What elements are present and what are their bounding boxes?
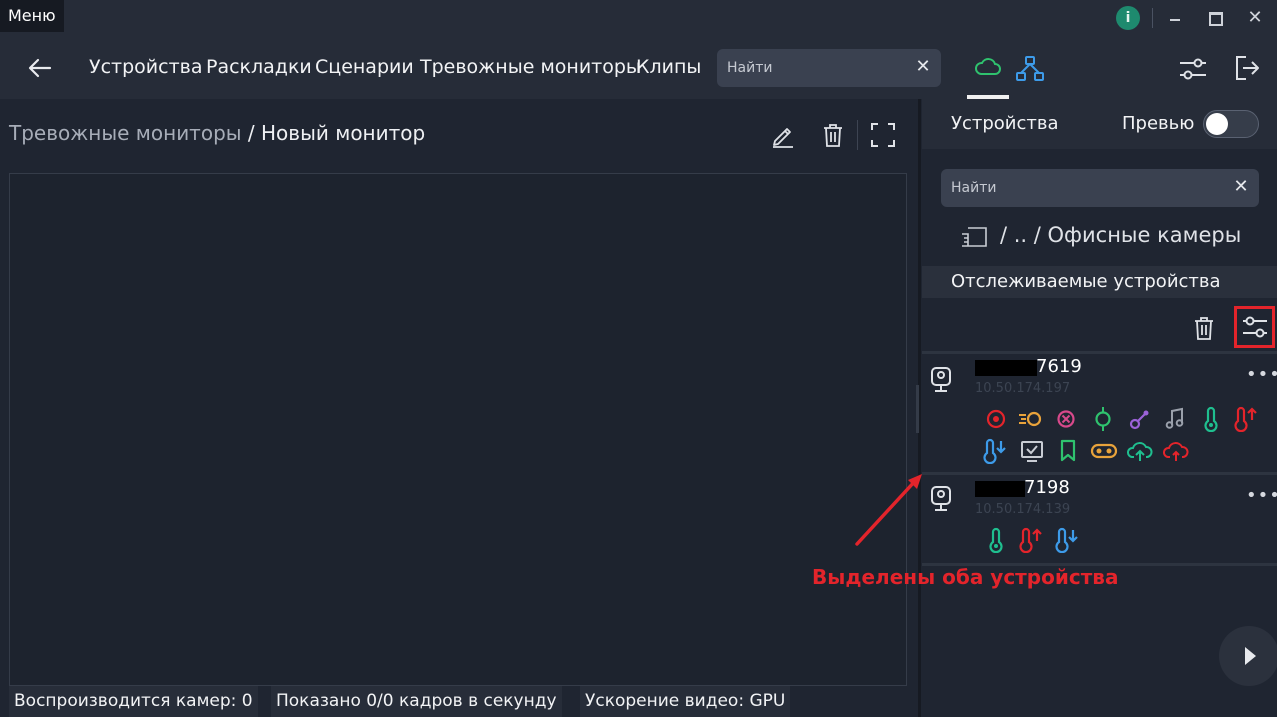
breadcrumb-parent[interactable]: Тревожные мониторы bbox=[9, 121, 242, 145]
devices-panel-header: Устройства Превью bbox=[922, 99, 1277, 149]
bookmark-icon[interactable] bbox=[1054, 438, 1082, 464]
nav-item-scenarios[interactable]: Сценарии bbox=[315, 56, 414, 78]
camera-icon bbox=[931, 486, 951, 511]
devices-panel-title: Устройства bbox=[951, 113, 1059, 134]
devices-search-clear-icon[interactable]: ✕ bbox=[1231, 177, 1251, 197]
temperature-up-icon[interactable] bbox=[1016, 527, 1044, 553]
screen-check-icon[interactable] bbox=[1018, 438, 1046, 464]
fullscreen-icon[interactable] bbox=[870, 122, 896, 148]
device-settings-icon bbox=[1243, 316, 1267, 338]
devices-search-input[interactable] bbox=[951, 169, 1131, 207]
expand-panel-button[interactable] bbox=[1219, 626, 1277, 686]
remove-devices-icon[interactable] bbox=[1192, 315, 1216, 341]
monitored-devices-header: Отслеживаемые устройства bbox=[922, 266, 1277, 298]
toolbar-divider bbox=[857, 120, 858, 150]
annotation-arrow bbox=[855, 474, 922, 546]
gpio-icon[interactable] bbox=[1089, 406, 1117, 432]
more-options-icon[interactable]: ••• bbox=[1246, 487, 1277, 505]
thermometer-icon[interactable] bbox=[982, 527, 1010, 553]
breadcrumb-separator: / bbox=[241, 121, 262, 145]
annotation-text: Выделены оба устройства bbox=[812, 565, 1119, 589]
nav-item-clips[interactable]: Клипы bbox=[636, 56, 701, 78]
motion-icon[interactable] bbox=[1016, 406, 1044, 432]
titlebar-divider bbox=[1152, 8, 1153, 28]
network-icon[interactable] bbox=[1015, 56, 1045, 82]
more-options-icon[interactable]: ••• bbox=[1246, 366, 1277, 384]
top-search: ✕ bbox=[717, 49, 941, 87]
monitored-devices-title: Отслеживаемые устройства bbox=[951, 271, 1221, 292]
cloud-tab[interactable] bbox=[967, 36, 1009, 99]
monitor-canvas[interactable] bbox=[9, 173, 907, 686]
top-navigation: Устройства Раскладки Сценарии Тревожные … bbox=[0, 36, 1277, 99]
toggle-icon[interactable] bbox=[1090, 438, 1118, 464]
device-row[interactable]: 7619 10.50.174.197 ••• bbox=[922, 354, 1277, 472]
cloud-error-icon[interactable] bbox=[1162, 438, 1190, 464]
thermometer-icon[interactable] bbox=[1197, 406, 1225, 432]
cloud-icon bbox=[975, 58, 1001, 75]
device-settings-button[interactable] bbox=[1234, 306, 1275, 348]
temperature-up-icon[interactable] bbox=[1231, 406, 1259, 432]
preview-toggle-knob bbox=[1206, 113, 1228, 135]
breadcrumb: Тревожные мониторы / Новый монитор bbox=[9, 121, 425, 145]
music-icon[interactable] bbox=[1161, 406, 1189, 432]
top-search-clear-icon[interactable]: ✕ bbox=[913, 57, 933, 77]
target-icon[interactable] bbox=[982, 406, 1010, 432]
close-icon[interactable]: ✕ bbox=[1244, 6, 1266, 30]
devices-search: ✕ bbox=[941, 169, 1259, 207]
redacted-name bbox=[975, 481, 1025, 497]
back-arrow-icon[interactable] bbox=[26, 54, 54, 82]
device-id: 7619 bbox=[1036, 356, 1082, 377]
logout-icon[interactable] bbox=[1234, 54, 1260, 82]
splitter-grip[interactable] bbox=[916, 385, 919, 433]
breadcrumb-current: Новый монитор bbox=[261, 121, 426, 145]
temperature-down-icon[interactable] bbox=[1052, 527, 1080, 553]
filters-icon[interactable] bbox=[1178, 56, 1208, 82]
redacted-name bbox=[975, 360, 1037, 376]
minimize-icon[interactable] bbox=[1164, 6, 1186, 30]
devices-panel: Устройства Превью ✕ / .. / Офисные камер… bbox=[922, 99, 1277, 717]
status-video-acceleration: Ускорение видео: GPU bbox=[580, 686, 791, 717]
info-icon[interactable]: i bbox=[1116, 6, 1140, 30]
menu-button[interactable]: Меню bbox=[0, 0, 64, 32]
maximize-icon[interactable] bbox=[1203, 6, 1225, 30]
nav-item-layouts[interactable]: Раскладки bbox=[206, 56, 312, 78]
tamper-icon[interactable] bbox=[1052, 406, 1080, 432]
cloud-upload-icon[interactable] bbox=[1126, 438, 1154, 464]
camera-icon bbox=[931, 367, 951, 392]
title-bar: Меню i ✕ bbox=[0, 0, 1277, 36]
edit-icon[interactable] bbox=[770, 122, 796, 148]
top-search-input[interactable] bbox=[727, 49, 907, 87]
status-cameras-playing: Воспроизводится камер: 0 bbox=[9, 686, 258, 717]
device-ip: 10.50.174.197 bbox=[975, 381, 1071, 396]
delete-icon[interactable] bbox=[821, 122, 845, 148]
audio-link-icon[interactable] bbox=[1125, 406, 1153, 432]
device-id: 7198 bbox=[1024, 477, 1070, 498]
nav-item-alarm-monitors[interactable]: Тревожные мониторы bbox=[420, 56, 641, 78]
device-row[interactable]: 7198 10.50.174.139 ••• bbox=[922, 475, 1277, 563]
status-fps: Показано 0/0 кадров в секунду bbox=[271, 686, 562, 717]
temperature-down-icon[interactable] bbox=[980, 438, 1008, 464]
folder-path[interactable]: / .. / Офисные камеры bbox=[1000, 223, 1241, 247]
preview-toggle[interactable] bbox=[1203, 110, 1259, 138]
folder-tree-icon[interactable] bbox=[959, 225, 989, 249]
device-ip: 10.50.174.139 bbox=[975, 502, 1071, 517]
nav-item-devices[interactable]: Устройства bbox=[89, 56, 202, 78]
preview-label: Превью bbox=[1122, 113, 1195, 134]
